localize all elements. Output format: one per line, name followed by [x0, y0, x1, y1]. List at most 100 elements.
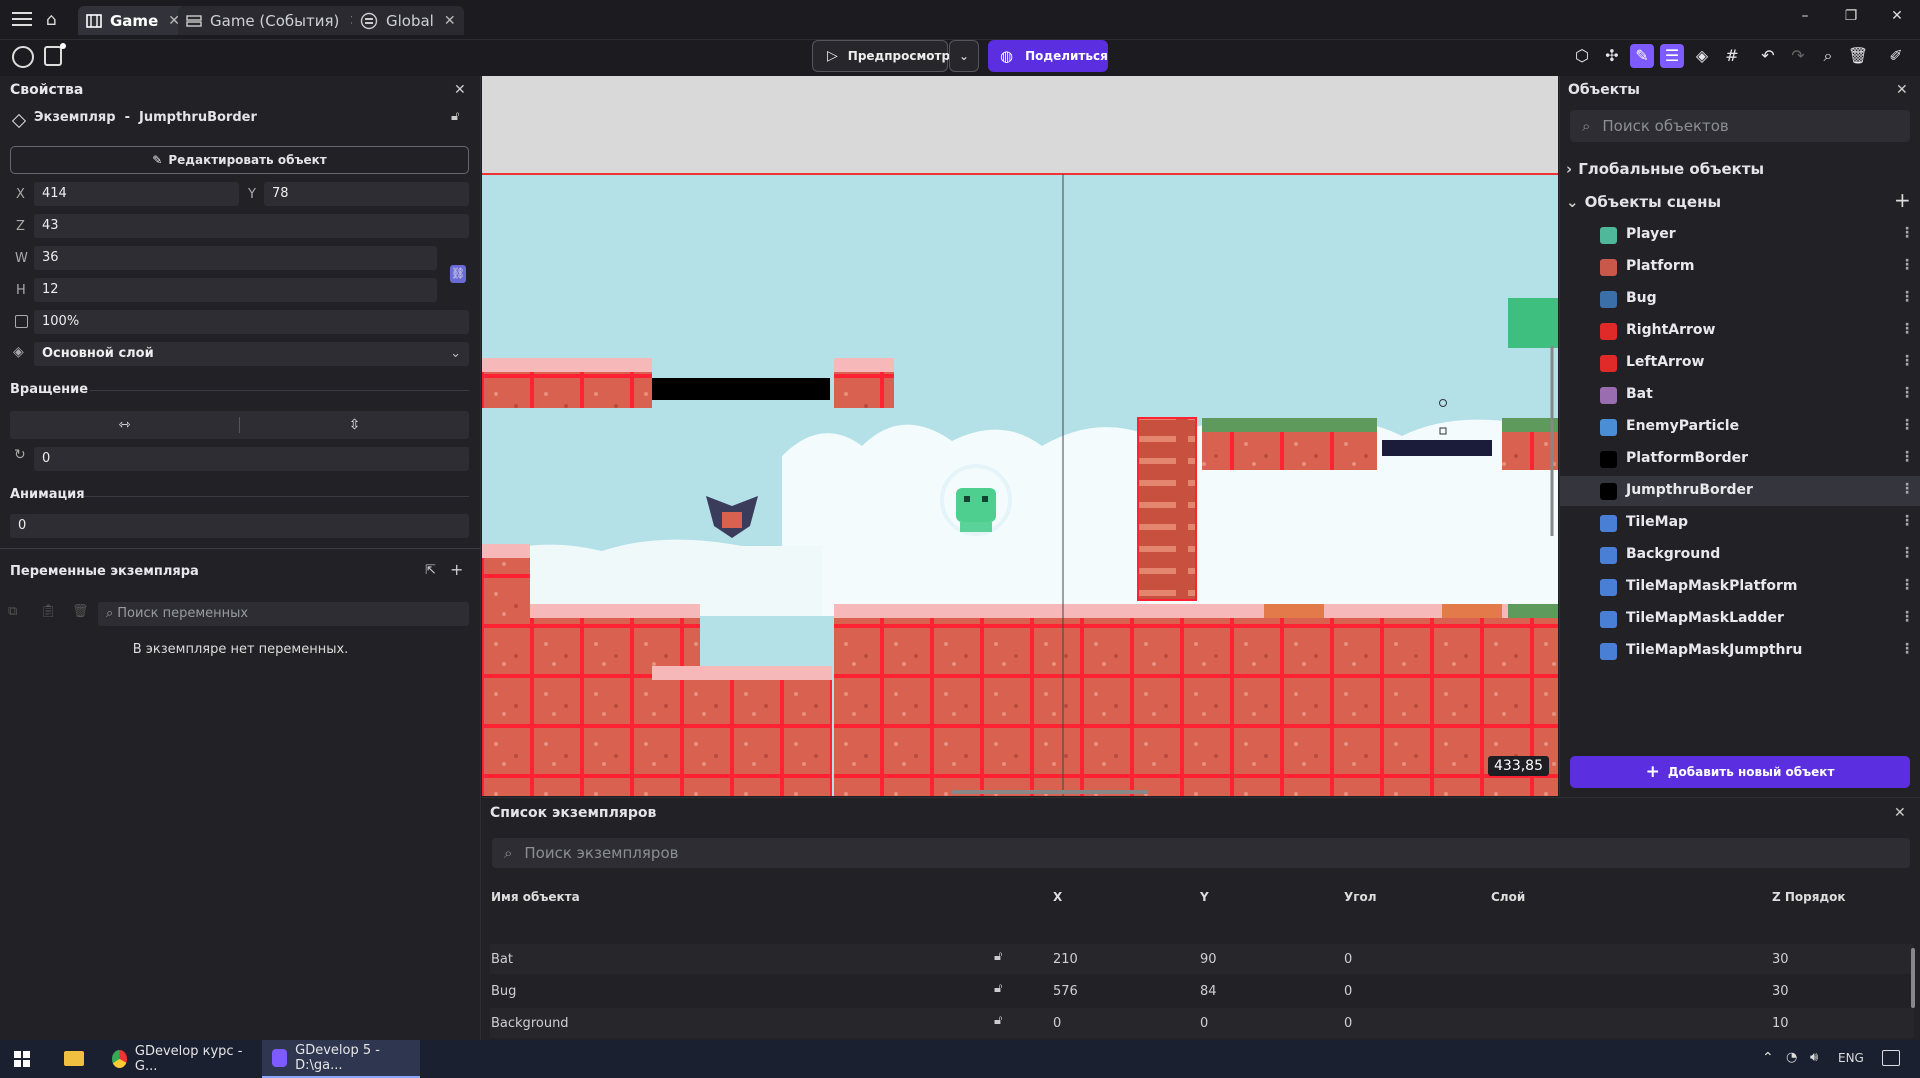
edit-scene-icon[interactable]: ✐	[1884, 44, 1908, 68]
more-options-icon[interactable]: ⋮	[1900, 321, 1914, 337]
more-options-icon[interactable]: ⋮	[1900, 449, 1914, 465]
header-object-name[interactable]: Имя объекта	[491, 890, 580, 904]
volume-icon[interactable]: 🔊︎	[1810, 1050, 1818, 1065]
close-icon[interactable]: ✕	[444, 13, 456, 29]
more-options-icon[interactable]: ⋮	[1900, 353, 1914, 369]
history-icon[interactable]	[12, 46, 34, 68]
restore-icon[interactable]: ❐	[1828, 4, 1874, 28]
header-angle[interactable]: Угол	[1344, 890, 1377, 904]
x-field[interactable]: 414	[34, 182, 239, 206]
close-icon[interactable]: ✕	[1894, 805, 1906, 821]
more-options-icon[interactable]: ⋮	[1900, 257, 1914, 273]
close-icon[interactable]: ✕	[1896, 82, 1908, 98]
lock-icon[interactable]: 🔓︎	[994, 981, 1002, 996]
preview-options-button[interactable]: ⌄	[949, 40, 979, 72]
chevron-up-icon[interactable]: ⌃	[1762, 1050, 1774, 1066]
flip-horizontal-button[interactable]: ⇿	[10, 411, 239, 439]
copy-icon[interactable]: ⧉	[8, 604, 17, 619]
keep-ratio-toggle[interactable]: ⛓︎	[450, 265, 466, 283]
header-layer[interactable]: Слой	[1491, 890, 1525, 904]
object-item[interactable]: Player ⋮	[1560, 220, 1920, 250]
more-options-icon[interactable]: ⋮	[1900, 417, 1914, 433]
object-item[interactable]: TileMapMaskLadder ⋮	[1560, 604, 1920, 634]
paste-icon[interactable]: 📋︎	[40, 604, 57, 619]
home-icon[interactable]: ⌂	[46, 10, 66, 30]
add-variable-icon[interactable]: +	[450, 560, 463, 579]
table-row[interactable]: Bat 210 90 0 30 🔓︎	[490, 944, 1914, 974]
tab-global[interactable]: Global ✕	[352, 6, 464, 35]
save-icon[interactable]	[44, 46, 62, 66]
language-indicator[interactable]: ENG	[1838, 1051, 1864, 1065]
more-options-icon[interactable]: ⋮	[1900, 577, 1914, 593]
add-object-icon[interactable]: +	[1894, 188, 1911, 212]
lock-icon[interactable]: 🔓︎	[994, 949, 1002, 964]
table-row[interactable]: Bug 576 84 0 30 🔓︎	[490, 976, 1914, 1006]
scene-objects-group[interactable]: ⌄ Объекты сцены	[1566, 193, 1721, 211]
delete-variable-icon[interactable]: 🗑︎	[72, 604, 89, 619]
more-options-icon[interactable]: ⋮	[1900, 481, 1914, 497]
global-objects-group[interactable]: › Глобальные объекты	[1566, 160, 1764, 178]
angle-field[interactable]: 0	[34, 447, 469, 471]
close-icon[interactable]: ✕	[454, 82, 466, 98]
object-groups-icon[interactable]: ✣	[1600, 44, 1624, 68]
more-options-icon[interactable]: ⋮	[1900, 609, 1914, 625]
object-item[interactable]: Bat ⋮	[1560, 380, 1920, 410]
add-object-button[interactable]: + Добавить новый объект	[1570, 756, 1910, 788]
grid-icon[interactable]: #	[1720, 44, 1744, 68]
object-item[interactable]: Background ⋮	[1560, 540, 1920, 570]
object-item[interactable]: Bug ⋮	[1560, 284, 1920, 314]
layers-icon[interactable]: ◈	[1690, 44, 1714, 68]
opacity-field[interactable]: 100%	[34, 310, 469, 334]
properties-panel-icon[interactable]: ✎	[1630, 44, 1654, 68]
object-item[interactable]: TileMapMaskJumpthru ⋮	[1560, 636, 1920, 666]
object-item[interactable]: EnemyParticle ⋮	[1560, 412, 1920, 442]
animation-field[interactable]: 0	[10, 514, 469, 538]
table-row[interactable]: Background 0 0 0 10 🔓︎	[490, 1008, 1914, 1038]
preview-button[interactable]: ▷ Предпросмотр	[812, 40, 950, 72]
window-close-icon[interactable]: ✕	[1874, 4, 1920, 28]
instances-search[interactable]: ⌕ Поиск экземпляров	[492, 838, 1910, 868]
header-x[interactable]: X	[1053, 890, 1062, 904]
taskbar-app-gdevelop[interactable]: GDevelop 5 - D:\ga...	[262, 1040, 420, 1078]
windows-start-icon[interactable]	[14, 1051, 30, 1067]
width-field[interactable]: 36	[34, 246, 437, 270]
delete-icon[interactable]: 🗑	[1846, 44, 1870, 68]
more-options-icon[interactable]: ⋮	[1900, 385, 1914, 401]
lock-icon[interactable]: 🔓︎	[994, 1013, 1002, 1028]
more-options-icon[interactable]: ⋮	[1900, 289, 1914, 305]
share-button[interactable]: ◍ Поделиться	[988, 40, 1108, 72]
menu-icon[interactable]	[12, 10, 32, 26]
z-field[interactable]: 43	[34, 214, 469, 238]
open-external-icon[interactable]: ⇱	[425, 563, 436, 578]
objects-panel-icon[interactable]: ⬡	[1570, 44, 1594, 68]
object-item[interactable]: TileMapMaskPlatform ⋮	[1560, 572, 1920, 602]
lock-icon[interactable]: 🔓︎	[451, 109, 459, 124]
tab-game-events[interactable]: Game (События) ✕	[178, 6, 370, 35]
bat-sprite[interactable]	[706, 496, 758, 538]
object-item[interactable]: Platform ⋮	[1560, 252, 1920, 282]
notifications-icon[interactable]	[1882, 1050, 1900, 1066]
more-options-icon[interactable]: ⋮	[1900, 641, 1914, 657]
zoom-icon[interactable]: ⌕	[1816, 44, 1840, 68]
object-item[interactable]: RightArrow ⋮	[1560, 316, 1920, 346]
y-field[interactable]: 78	[264, 182, 469, 206]
instances-list-icon[interactable]: ☰	[1660, 44, 1684, 68]
object-item[interactable]: LeftArrow ⋮	[1560, 348, 1920, 378]
object-item[interactable]: PlatformBorder ⋮	[1560, 444, 1920, 474]
variables-search[interactable]: ⌕ Поиск переменных	[98, 602, 469, 626]
header-z-order[interactable]: Z Порядок	[1772, 890, 1846, 904]
object-item[interactable]: JumpthruBorder ⋮	[1560, 476, 1920, 506]
header-y[interactable]: Y	[1200, 890, 1209, 904]
layer-select[interactable]: Основной слой ⌄	[34, 342, 469, 366]
objects-search[interactable]: ⌕ Поиск объектов	[1570, 110, 1910, 142]
height-field[interactable]: 12	[34, 278, 437, 302]
more-options-icon[interactable]: ⋮	[1900, 513, 1914, 529]
redo-icon[interactable]: ↷	[1786, 44, 1810, 68]
more-options-icon[interactable]: ⋮	[1900, 545, 1914, 561]
more-options-icon[interactable]: ⋮	[1900, 225, 1914, 241]
wifi-icon[interactable]: ◔	[1786, 1050, 1797, 1065]
minimize-icon[interactable]: –	[1782, 4, 1828, 28]
scrollbar[interactable]	[1911, 948, 1915, 1008]
file-explorer-icon[interactable]	[64, 1051, 84, 1066]
edit-object-button[interactable]: ✎ Редактировать объект	[10, 146, 469, 174]
